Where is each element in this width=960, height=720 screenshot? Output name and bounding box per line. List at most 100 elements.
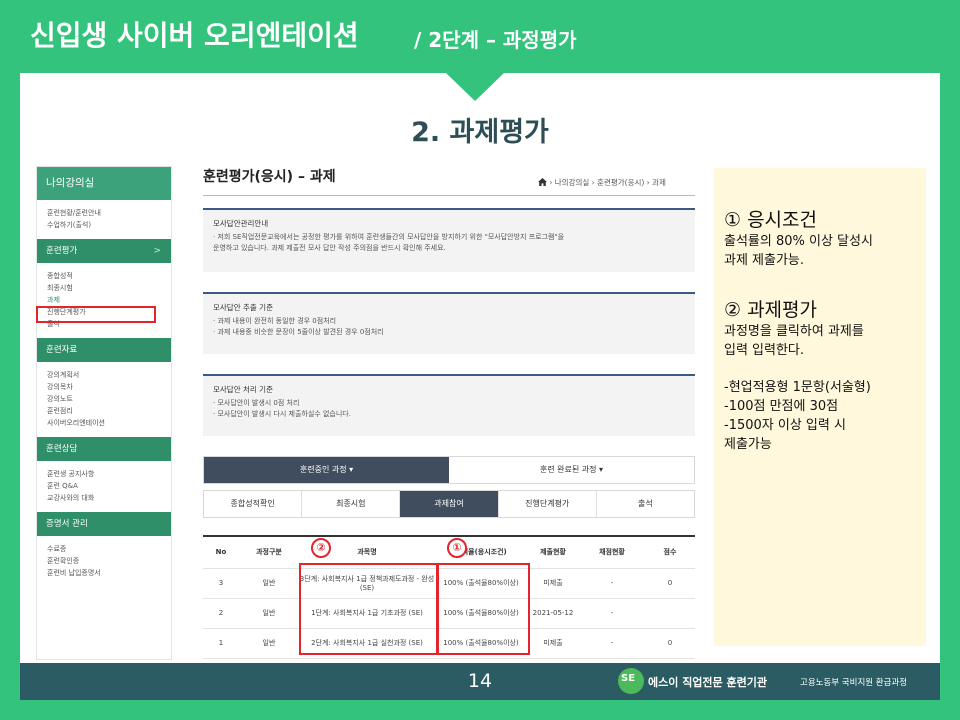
column-header: 채점현황 — [599, 548, 625, 556]
sidebar-item[interactable]: 훈련현황/훈련안내 — [47, 207, 171, 219]
tab-progress-eval[interactable]: 진행단계평가 — [498, 491, 597, 517]
sidebar-section-evaluation[interactable]: 훈련평가 > — [37, 239, 171, 263]
sidebar-item[interactable]: 강의목차 — [47, 381, 171, 393]
header-subtitle: / 2단계 – 과정평가 — [414, 28, 577, 52]
notice-title: 모사답안 처리 기준 — [213, 385, 273, 394]
sidebar-section-label: 훈련자료 — [46, 345, 78, 355]
sidebar: 나의강의실 훈련현황/훈련안내 수업하기(출석) 훈련평가 > 종합성적 최종시… — [36, 166, 172, 660]
panel-text: 출석률의 80% 이상 달성시 — [724, 234, 873, 249]
sidebar-item[interactable]: 교강사와의 대화 — [47, 492, 171, 504]
panel-text: -현업적용형 1문항(서술형) — [724, 380, 871, 395]
sidebar-section-label: 증명서 관리 — [46, 519, 88, 529]
tab-overall-grades[interactable]: 종합성적확인 — [204, 491, 303, 517]
panel-text: 과정명을 클릭하여 과제를 — [724, 324, 864, 339]
notice-line: · 과제 내용이 완전히 동일한 경우 0점처리 — [213, 317, 337, 325]
org-name: 에스이 직업전문 훈련기관 — [648, 676, 767, 689]
column-header: 과정구분 — [256, 548, 282, 556]
header-title: 신입생 사이버 오리엔테이션 — [30, 19, 359, 52]
panel-text: -1500자 이상 입력 시 — [724, 418, 846, 433]
slide-footer: 14 SE 에스이 직업전문 훈련기관 고용노동부 국비지원 환급과정 — [20, 663, 940, 700]
sidebar-item[interactable]: 훈련생 공지사항 — [47, 468, 171, 480]
notice-extraction-criteria: 모사답안 추출 기준 · 과제 내용이 완전히 동일한 경우 0점처리 · 과제… — [203, 292, 695, 354]
sidebar-group: 훈련생 공지사항 훈련 Q&A 교강사와의 대화 — [37, 461, 171, 512]
cell-grading: - — [610, 609, 614, 617]
sidebar-item[interactable]: 사이버오리엔테이션 — [47, 417, 171, 429]
notice-title: 모사답안 추출 기준 — [213, 303, 273, 312]
title-divider — [203, 195, 695, 196]
assignment-highlight-box — [36, 306, 156, 323]
org-subtitle: 고용노동부 국비지원 환급과정 — [800, 678, 908, 688]
notice-line: 운영하고 있습니다. 과제 제출전 모사 답안 작성 주의점을 반드시 확인해 … — [213, 244, 446, 252]
sidebar-item[interactable]: 수료증 — [47, 543, 171, 555]
explanation-panel: ① 응시조건 출석률의 80% 이상 달성시 과제 제출가능. ② 과제평가 과… — [714, 168, 926, 646]
notice-line: · 저희 SE직업전문교육에서는 공정한 평가를 위하여 훈련생들간의 모사답안… — [213, 233, 565, 241]
column-header: 제출현황 — [540, 548, 566, 556]
logo-text: SE — [621, 673, 636, 684]
evaluation-heading: ② 과제평가 — [724, 299, 817, 321]
notice-line: · 모사답안이 발생시 다시 제출하실수 없습니다. — [213, 410, 351, 418]
sidebar-head: 나의강의실 — [37, 167, 171, 200]
cell-type: 일반 — [262, 609, 276, 617]
chevron-right-icon: > — [153, 246, 161, 256]
cell-type: 일반 — [262, 579, 276, 587]
notice-handling-criteria: 모사답안 처리 기준 · 모사답안이 발생시 0점 처리 · 모사답안이 발생시… — [203, 374, 695, 436]
panel-text: 과제 제출가능. — [724, 253, 805, 268]
sidebar-item[interactable]: 훈련비 납입증명서 — [47, 567, 171, 579]
sidebar-item[interactable]: 수업하기(출석) — [47, 219, 171, 231]
notice-title: 모사답안관리안내 — [213, 219, 269, 228]
cell-submission: 미제출 — [543, 639, 563, 647]
sidebar-item-assignment[interactable]: 과제 — [47, 294, 171, 306]
column-header: No — [215, 548, 227, 556]
sidebar-item[interactable]: 훈련확인증 — [47, 555, 171, 567]
sidebar-section-label: 훈련상담 — [46, 444, 78, 454]
tab-assignment[interactable]: 과제참여 — [400, 491, 499, 517]
cell-no: 2 — [218, 609, 224, 617]
evaluation-tabs: 종합성적확인 최종시험 과제참여 진행단계평가 출석 — [203, 490, 695, 518]
slide-title: 2. 과제평가 — [411, 117, 549, 148]
header-pointer — [446, 73, 504, 101]
home-icon[interactable] — [538, 178, 547, 186]
cell-submission: 2021-05-12 — [532, 609, 574, 617]
slide-header: 신입생 사이버 오리엔테이션 / 2단계 – 과정평가 — [0, 0, 960, 73]
marker-1: ① — [447, 538, 467, 558]
cell-type: 일반 — [262, 639, 276, 647]
cell-score: 0 — [667, 579, 673, 587]
cell-score: 0 — [667, 639, 673, 647]
sidebar-group: 종합성적 최종시험 과제 진행단계평가 출석 — [37, 263, 171, 338]
course-status-tabs: 훈련중인 과정 ▾ 훈련 완료된 과정 ▾ — [203, 456, 695, 484]
cell-no: 1 — [218, 639, 224, 647]
cell-submission: 미제출 — [543, 579, 563, 587]
sidebar-item[interactable]: 종합성적 — [47, 270, 171, 282]
attendance-highlight-box — [436, 563, 530, 655]
tab-final-exam[interactable]: 최종시험 — [302, 491, 401, 517]
sidebar-item[interactable]: 강의노트 — [47, 393, 171, 405]
panel-text: 제출가능 — [724, 437, 772, 452]
sidebar-item[interactable]: 최종시험 — [47, 282, 171, 294]
breadcrumb-text[interactable]: › 나의강의실 › 훈련평가(응시) › 과제 — [549, 178, 665, 187]
cell-grading: - — [610, 639, 614, 647]
tab-attendance[interactable]: 출석 — [596, 491, 695, 517]
sidebar-item[interactable]: 훈련 Q&A — [47, 480, 171, 492]
column-header: 점수 — [663, 548, 677, 556]
tab-completed-courses[interactable]: 훈련 완료된 과정 ▾ — [449, 457, 694, 483]
condition-heading: ① 응시조건 — [724, 209, 817, 231]
breadcrumb: › 나의강의실 › 훈련평가(응시) › 과제 — [538, 177, 696, 188]
panel-text: 입력 입력한다. — [724, 343, 805, 358]
sidebar-item[interactable]: 훈련점리 — [47, 405, 171, 417]
panel-text: -100점 만점에 30점 — [724, 399, 839, 414]
sidebar-section-materials[interactable]: 훈련자료 — [37, 338, 171, 362]
notice-line: · 모사답안이 발생시 0점 처리 — [213, 399, 300, 407]
marker-2: ② — [311, 538, 331, 558]
tab-in-progress-courses[interactable]: 훈련중인 과정 ▾ — [204, 457, 449, 483]
sidebar-group: 수료증 훈련확인증 훈련비 납입증명서 — [37, 536, 171, 587]
sidebar-group: 강의계획서 강의목차 강의노트 훈련점리 사이버오리엔테이션 — [37, 362, 171, 437]
sidebar-section-certificates[interactable]: 증명서 관리 — [37, 512, 171, 536]
course-name-highlight-box — [299, 563, 439, 655]
sidebar-section-label: 훈련평가 — [46, 246, 78, 256]
cell-no: 3 — [218, 579, 224, 587]
sidebar-group: 훈련현황/훈련안내 수업하기(출석) — [37, 200, 171, 239]
sidebar-item[interactable]: 강의계획서 — [47, 369, 171, 381]
notice-line: · 과제 내용중 비슷한 문장이 5줄이상 발견된 경우 0점처리 — [213, 328, 384, 336]
cell-grading: - — [610, 579, 614, 587]
sidebar-section-counseling[interactable]: 훈련상담 — [37, 437, 171, 461]
